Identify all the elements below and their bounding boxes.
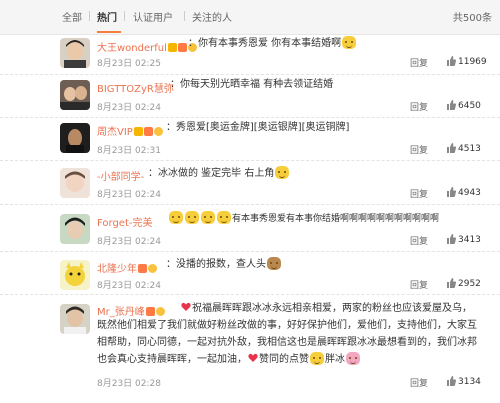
- comment-author[interactable]: Mr_张丹峰: [97, 303, 165, 318]
- comment-text: 有本事秀恩爱有本事你结婚啊啊啊啊啊啊啊啊啊啊啊: [168, 211, 468, 227]
- reply-button[interactable]: 回复: [410, 100, 428, 113]
- like-button[interactable]: 3134: [446, 376, 481, 387]
- tab-divider: [89, 11, 90, 21]
- comment-date: 8月23日 02:24: [97, 103, 161, 113]
- avatar[interactable]: [60, 304, 90, 334]
- heart-icon: [181, 302, 191, 311]
- vip-badge-icon: [167, 43, 177, 52]
- comment-text-line: 也会真心支持晨晖晖，一起加油， 赞同的点赞 胖冰: [97, 352, 489, 368]
- like-button[interactable]: 6450: [446, 100, 481, 111]
- cat-emoji-icon: [342, 36, 357, 49]
- comment-author[interactable]: 北隆少年: [97, 260, 157, 275]
- like-button[interactable]: 2952: [446, 278, 481, 289]
- comment-author[interactable]: 大王wonderful: [97, 39, 197, 54]
- level-badge-icon: [177, 43, 187, 52]
- thumbs-up-icon: [447, 234, 456, 244]
- comment-text: ：冰冰做的 鉴定完毕 右上角: [148, 166, 448, 182]
- comment-item: 大王wonderful ：你有本事秀恩爱 你有本事结婚啊 8月23日 02:25…: [0, 34, 500, 75]
- comment-text: ：你每天别光晒幸福 有种去领证结婚: [170, 79, 334, 90]
- comment-filter-tabs: 全部 热门 认证用户 关注的人 共500条: [0, 0, 500, 35]
- tab-divider: [124, 11, 125, 21]
- comment-item: 北隆少年 ：没播的报数，查人头 8月23日 02:24 回复 2952: [0, 251, 500, 295]
- comment-item: BIGTTOZyR慧弥 ：你每天别光晒幸福 有种去领证结婚 8月23日 02:2…: [0, 74, 500, 118]
- tab-hot[interactable]: 热门: [97, 9, 117, 24]
- reply-button[interactable]: 回复: [410, 278, 428, 291]
- cat-emoji-icon: [275, 166, 290, 179]
- cat-emoji-icon: [310, 352, 324, 365]
- comment-date: 8月23日 02:24: [97, 281, 161, 291]
- like-button[interactable]: 3413: [446, 234, 481, 245]
- comment-date: 8月23日 02:25: [97, 59, 161, 69]
- like-button[interactable]: 4943: [446, 187, 481, 198]
- avatar[interactable]: [60, 214, 90, 244]
- avatar[interactable]: [60, 260, 90, 290]
- level-badge-icon: [138, 264, 147, 273]
- thumbs-up-icon: [447, 278, 456, 288]
- cat-emoji-icon: [217, 211, 231, 224]
- thumbs-up-icon: [447, 143, 456, 153]
- comment-text-line: 既然他们相爱了我们就做好粉丝改做的事，好好保护他们，爱他们，支持他们，大家互: [97, 320, 477, 331]
- medal-icon: [148, 264, 157, 273]
- comment-author[interactable]: -小部同学-: [97, 168, 144, 183]
- pig-emoji-icon: [346, 352, 360, 365]
- heart-icon: [248, 353, 258, 362]
- active-tab-indicator: [97, 31, 121, 33]
- comment-author[interactable]: Forget-完美: [97, 214, 152, 229]
- comment-text: ：没播的报数，查人头: [166, 257, 446, 273]
- vip-badge-icon: [133, 127, 143, 136]
- reply-button[interactable]: 回复: [410, 56, 428, 69]
- bear-emoji-icon: [267, 257, 281, 270]
- tab-divider: [184, 11, 185, 21]
- reply-button[interactable]: 回复: [410, 143, 428, 156]
- comment-date: 8月23日 02:24: [97, 237, 161, 247]
- reply-button[interactable]: 回复: [410, 376, 428, 389]
- reply-button[interactable]: 回复: [410, 234, 428, 247]
- avatar[interactable]: [60, 80, 90, 110]
- level-badge-icon: [145, 307, 155, 316]
- level-badge-icon: [143, 127, 153, 136]
- avatar[interactable]: [60, 123, 90, 153]
- comment-date: 8月23日 02:28: [97, 379, 161, 389]
- comment-item: 周杰VIP ：秀恩爱[奥运金牌][奥运银牌][奥运铜牌] 8月23日 02:31…: [0, 117, 500, 161]
- medal-icon: [155, 307, 165, 316]
- comment-total-count: 共500条: [452, 13, 492, 24]
- cat-emoji-icon: [169, 211, 183, 224]
- comment-date: 8月23日 02:24: [97, 190, 161, 200]
- comment-date: 8月23日 02:31: [97, 146, 161, 156]
- thumbs-up-icon: [447, 100, 456, 110]
- avatar[interactable]: [60, 168, 90, 198]
- like-button[interactable]: 4513: [446, 143, 481, 154]
- cat-emoji-icon: [185, 211, 199, 224]
- comment-author[interactable]: BIGTTOZyR慧弥: [97, 80, 174, 95]
- comment-text: ：秀恩爱[奥运金牌][奥运银牌][奥运铜牌]: [166, 122, 350, 133]
- comment-item: Mr_张丹峰 祝福晨晖晖跟冰冰永远相亲相爱，两家的粉丝也应该爱屋及乌， 既然他们…: [0, 294, 500, 403]
- comment-item: -小部同学- ：冰冰做的 鉴定完毕 右上角 8月23日 02:24 回复 494…: [0, 160, 500, 205]
- comment-author[interactable]: 周杰VIP: [97, 123, 163, 138]
- reply-button[interactable]: 回复: [410, 187, 428, 200]
- tab-all[interactable]: 全部: [62, 9, 82, 24]
- thumbs-up-icon: [447, 187, 456, 197]
- comment-item: Forget-完美 有本事秀恩爱有本事你结婚啊啊啊啊啊啊啊啊啊啊啊 8月23日 …: [0, 204, 500, 252]
- comment-text: ：你有本事秀恩爱 你有本事结婚啊: [188, 36, 438, 52]
- like-button[interactable]: 11969: [446, 56, 487, 67]
- avatar[interactable]: [60, 38, 90, 68]
- comment-text-line: 相帮助，同心同德，一起对抗外敌，我相信这也是晨晖晖跟冰冰最想看到的，我们冰邦: [97, 337, 477, 348]
- medal-icon: [153, 127, 163, 136]
- tab-verified-users[interactable]: 认证用户: [133, 9, 173, 24]
- comment-text-line: 祝福晨晖晖跟冰冰永远相亲相爱，两家的粉丝也应该爱屋及乌，: [180, 301, 490, 317]
- tab-following[interactable]: 关注的人: [192, 9, 232, 24]
- cat-emoji-icon: [201, 211, 215, 224]
- thumbs-up-icon: [447, 376, 456, 386]
- thumbs-up-icon: [447, 56, 456, 66]
